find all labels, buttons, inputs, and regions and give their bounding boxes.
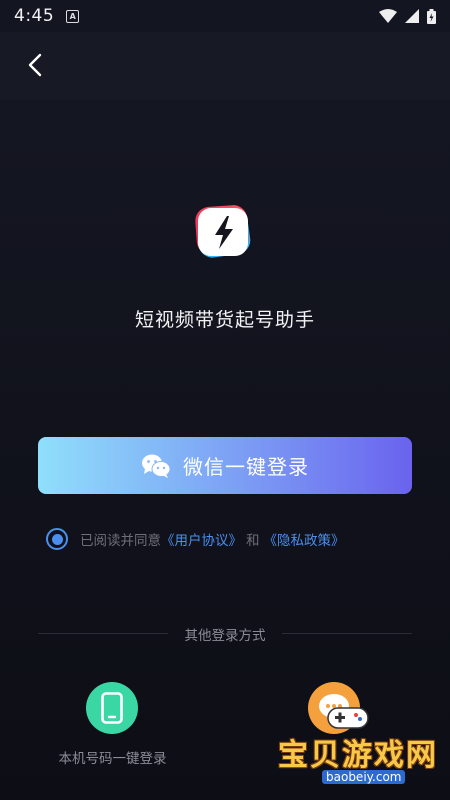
watermark: 宝贝游戏网 baobeiy.com <box>268 707 438 785</box>
gamepad-icon <box>327 707 369 729</box>
back-button[interactable] <box>20 50 50 80</box>
app-bar <box>0 32 450 100</box>
agreement-checkbox[interactable] <box>46 528 68 550</box>
watermark-domain: baobeiy.com <box>322 770 406 784</box>
divider-right <box>282 633 412 634</box>
status-time: 4:45 <box>14 6 55 26</box>
wifi-icon <box>379 9 397 23</box>
agreement-prefix: 已阅读并同意 <box>80 533 161 549</box>
agreement-and: 和 <box>246 533 260 549</box>
watermark-text: 宝贝游戏网 <box>278 738 438 773</box>
wechat-login-label: 微信一键登录 <box>183 455 309 479</box>
battery-icon <box>427 8 436 24</box>
app-name: 短视频带货起号助手 <box>134 309 315 331</box>
signal-icon <box>405 9 419 23</box>
privacy-policy-link[interactable]: 《隐私政策》 <box>264 529 345 549</box>
other-login-methods-title: 其他登录方式 <box>184 628 266 644</box>
status-bar: 4:45 A <box>0 0 450 32</box>
phone-login-label: 本机号码一键登录 <box>58 751 167 767</box>
wechat-login-button[interactable]: 微信一键登录 <box>38 437 412 494</box>
phone-login-button[interactable] <box>86 682 138 734</box>
wechat-icon <box>142 454 171 478</box>
app-logo-icon <box>195 205 251 258</box>
phone-icon <box>101 692 123 724</box>
agreement-checkbox-dot <box>51 533 63 545</box>
notification-icon: A <box>66 9 80 23</box>
status-right-icons <box>379 8 436 24</box>
agreement-row: 已阅读并同意 《用户协议》 和 《隐私政策》 <box>46 528 345 550</box>
chevron-left-icon <box>28 53 42 77</box>
user-agreement-link[interactable]: 《用户协议》 <box>161 529 242 549</box>
login-screen: 短视频带货起号助手 微信一键登录 已阅读并同意 《用户协议》 和 《隐私政策》 … <box>0 100 450 800</box>
